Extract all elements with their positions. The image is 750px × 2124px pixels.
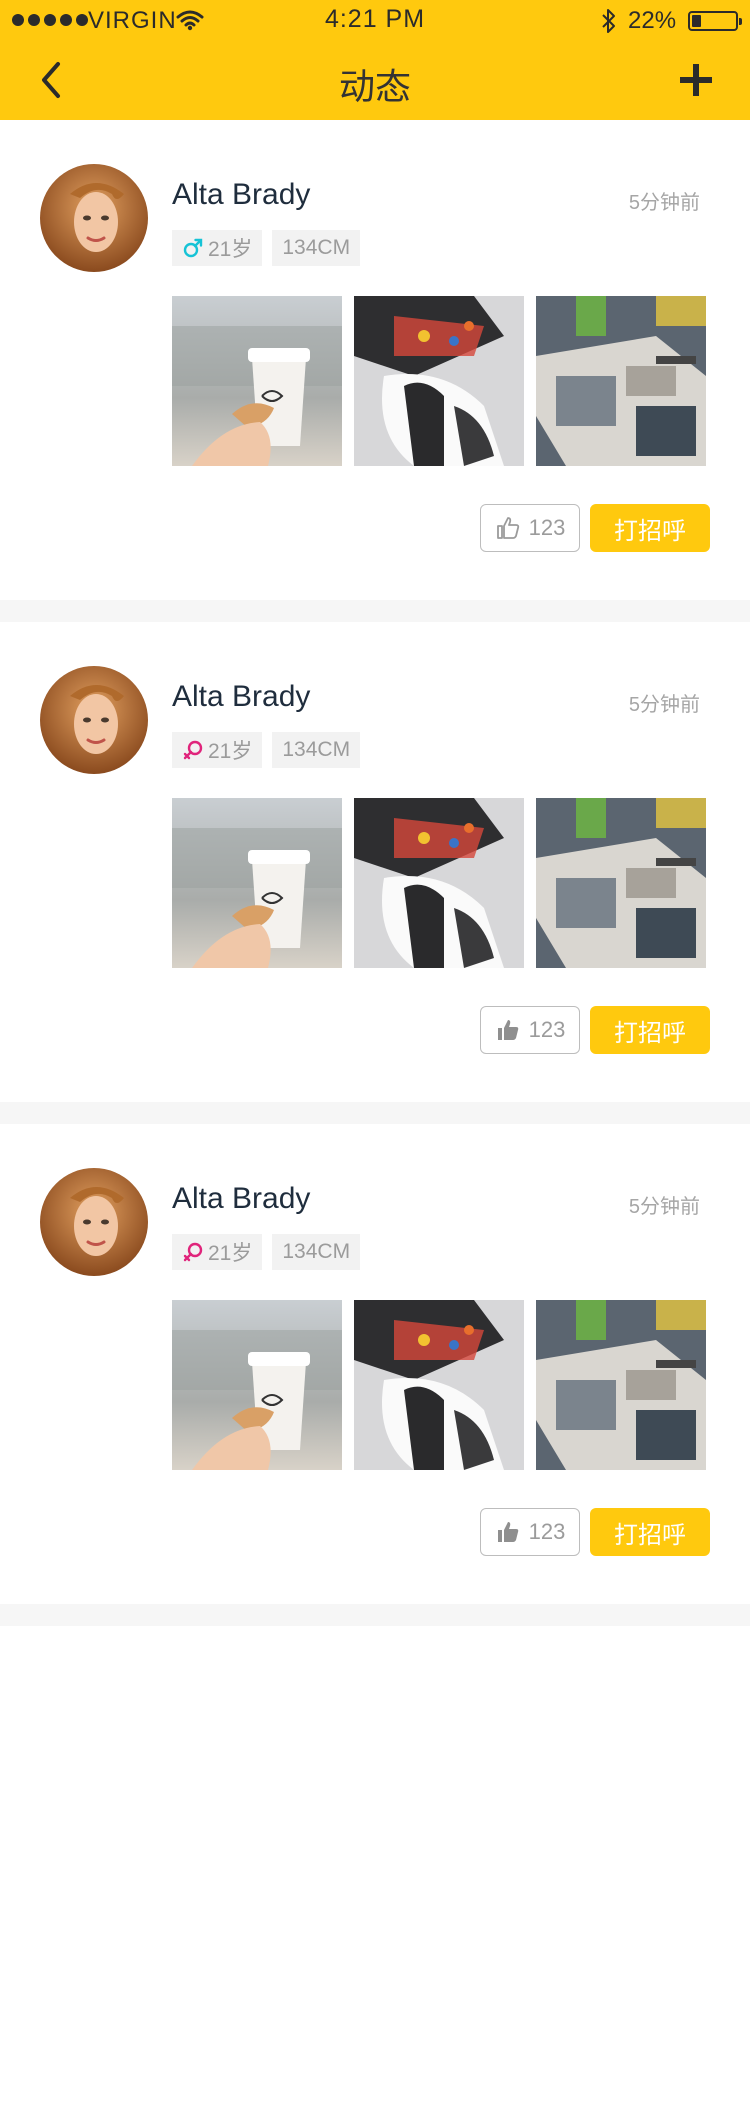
photo-coffee-cup[interactable]: [172, 296, 342, 466]
thumbs-up-filled-icon: [497, 1020, 518, 1040]
avatar[interactable]: [40, 1168, 148, 1276]
like-button[interactable]: 123: [480, 504, 580, 552]
battery-percentage: 22%: [628, 7, 677, 34]
like-count: 123: [528, 1017, 566, 1042]
thumbs-up-outline-icon: [496, 517, 519, 539]
height-label: 134CM: [282, 1240, 351, 1263]
post-time: 5分钟前: [628, 694, 700, 716]
age-tag: 21岁: [172, 230, 263, 266]
post-actions: 123 打招呼: [480, 1508, 710, 1556]
photo-magazine[interactable]: [536, 1300, 706, 1470]
bluetooth-icon: [602, 9, 615, 33]
post-time: 5分钟前: [628, 1196, 700, 1218]
like-count: 123: [528, 1519, 566, 1544]
male-icon: [183, 238, 203, 258]
user-name[interactable]: Alta Brady: [172, 1182, 310, 1216]
photo-magazine[interactable]: [536, 798, 706, 968]
user-tags: 21岁 134CM: [172, 230, 361, 266]
post-card: Alta Brady 5分钟前 21岁 134CM 123 打招呼: [0, 622, 750, 1102]
status-bar: VIRGIN 4:21 PM 22%: [0, 0, 750, 40]
female-icon: [183, 1242, 203, 1262]
age-tag: 21岁: [172, 1234, 263, 1270]
photo-sneakers[interactable]: [354, 296, 524, 466]
photo-magazine[interactable]: [536, 296, 706, 466]
photo-sneakers[interactable]: [354, 1300, 524, 1470]
greet-button[interactable]: 打招呼: [590, 1006, 710, 1054]
post-card: Alta Brady 5分钟前 21岁 134CM 123 打招呼: [0, 120, 750, 600]
navigation-bar: 动态: [0, 40, 750, 120]
post-actions: 123 打招呼: [480, 504, 710, 552]
page-title: 动态: [338, 66, 411, 107]
battery-icon: [688, 11, 742, 31]
height-label: 134CM: [282, 236, 351, 259]
post-photos: [172, 1300, 706, 1470]
age-tag: 21岁: [172, 732, 263, 768]
photo-coffee-cup[interactable]: [172, 1300, 342, 1470]
height-tag: 134CM: [272, 732, 361, 768]
post-photos: [172, 296, 706, 466]
post-card: Alta Brady 5分钟前 21岁 134CM 123 打招呼: [0, 1124, 750, 1604]
user-name[interactable]: Alta Brady: [172, 178, 310, 212]
photo-sneakers[interactable]: [354, 798, 524, 968]
greet-button[interactable]: 打招呼: [590, 1508, 710, 1556]
avatar[interactable]: [40, 666, 148, 774]
height-tag: 134CM: [272, 230, 361, 266]
age-label: 21岁: [208, 740, 253, 763]
post-actions: 123 打招呼: [480, 1006, 710, 1054]
height-tag: 134CM: [272, 1234, 361, 1270]
plus-icon[interactable]: [676, 60, 716, 100]
user-name[interactable]: Alta Brady: [172, 680, 310, 714]
avatar[interactable]: [40, 164, 148, 272]
age-label: 21岁: [208, 238, 253, 261]
like-button[interactable]: 123: [480, 1508, 580, 1556]
height-label: 134CM: [282, 738, 351, 761]
like-button[interactable]: 123: [480, 1006, 580, 1054]
thumbs-up-filled-icon: [497, 1522, 518, 1542]
user-tags: 21岁 134CM: [172, 732, 361, 768]
photo-coffee-cup[interactable]: [172, 798, 342, 968]
female-icon: [183, 740, 203, 760]
age-label: 21岁: [208, 1242, 253, 1265]
moments-feed: Alta Brady 5分钟前 21岁 134CM 123 打招呼 Alta B…: [0, 120, 750, 1626]
battery-fill: [692, 15, 701, 27]
post-divider: [0, 1604, 750, 1626]
app-header: VIRGIN 4:21 PM 22% 动态: [0, 0, 750, 120]
post-divider: [0, 600, 750, 622]
post-photos: [172, 798, 706, 968]
like-count: 123: [528, 515, 566, 540]
user-tags: 21岁 134CM: [172, 1234, 361, 1270]
post-time: 5分钟前: [628, 192, 700, 214]
post-divider: [0, 1102, 750, 1124]
greet-button[interactable]: 打招呼: [590, 504, 710, 552]
